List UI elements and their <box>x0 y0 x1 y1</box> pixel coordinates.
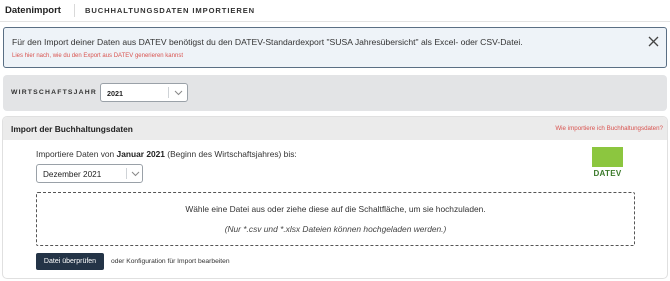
end-month-value: Dezember 2021 <box>43 170 102 179</box>
intro-before: Importiere Daten von <box>36 149 117 159</box>
fiscal-year-label: WIRTSCHAFTSJAHR <box>11 89 97 96</box>
card-header: Import der Buchhaltungsdaten Wie importi… <box>3 117 667 140</box>
fiscal-year-select[interactable]: 2021 <box>100 83 188 102</box>
import-help-link[interactable]: Wie importiere ich Buchhaltungsdaten? <box>555 125 663 132</box>
datev-logo-text: DATEV <box>593 169 622 178</box>
alert-message: Für den Import deiner Daten aus DATEV be… <box>12 37 523 47</box>
fiscal-year-bar: WIRTSCHAFTSJAHR 2021 <box>3 75 667 111</box>
datev-logo: DATEV <box>592 147 623 178</box>
edit-config-text: oder Konfiguration für Import bearbeiten <box>111 258 230 265</box>
dropzone-file-types: (Nur *.csv und *.xlsx Dateien können hoc… <box>224 224 447 234</box>
card-title: Import der Buchhaltungsdaten <box>11 124 133 134</box>
header-divider <box>73 4 75 17</box>
export-help-link[interactable]: Lies hier nach, wie du den Export aus DA… <box>12 53 183 59</box>
info-alert: Für den Import deiner Daten aus DATEV be… <box>3 27 667 68</box>
select-separator <box>126 168 127 179</box>
page-title: BUCHHALTUNGSDATEN IMPORTIEREN <box>84 6 256 15</box>
import-card: Import der Buchhaltungsdaten Wie importi… <box>3 117 667 278</box>
select-separator <box>168 87 169 98</box>
fiscal-year-value: 2021 <box>107 89 123 98</box>
dropzone-instruction: Wähle eine Datei aus oder ziehe diese au… <box>185 204 486 214</box>
end-month-select[interactable]: Dezember 2021 <box>36 164 143 183</box>
start-month: Januar 2021 <box>116 149 165 159</box>
file-dropzone[interactable]: Wähle eine Datei aus oder ziehe diese au… <box>36 192 635 246</box>
app-title: Datenimport <box>5 5 61 16</box>
datev-logo-mark <box>592 147 623 167</box>
intro-after: (Beginn des Wirtschaftsjahres) bis: <box>164 149 297 159</box>
top-bar: Datenimport BUCHHALTUNGSDATEN IMPORTIERE… <box>0 0 670 22</box>
chevron-down-icon <box>174 90 183 96</box>
import-range-text: Importiere Daten von Januar 2021 (Beginn… <box>36 149 297 159</box>
chevron-down-icon <box>131 171 140 177</box>
close-icon[interactable] <box>648 36 659 47</box>
check-file-button[interactable]: Datei überprüfen <box>36 253 104 270</box>
